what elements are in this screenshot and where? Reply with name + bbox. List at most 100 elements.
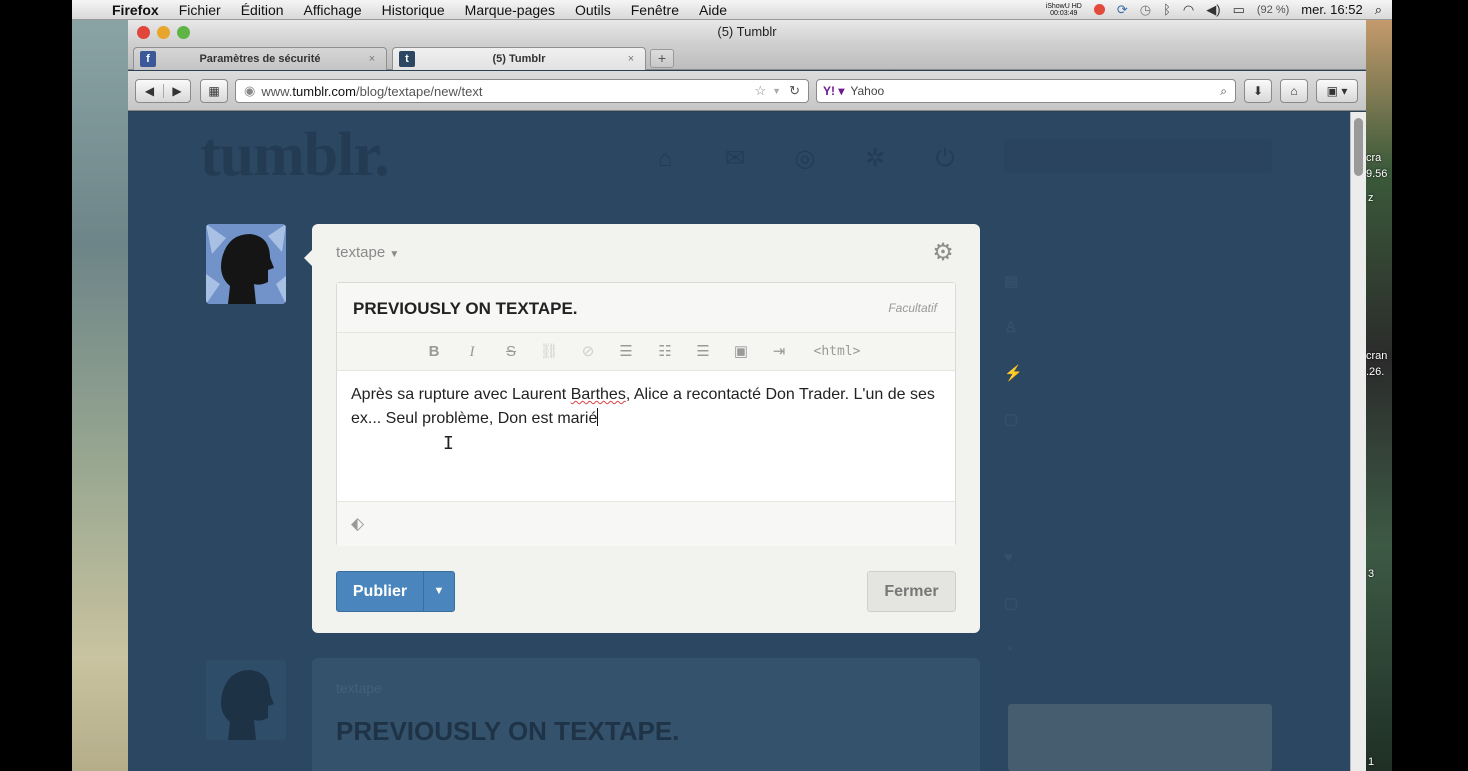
dimmed-sidebar-row: ▤ — [1004, 258, 1272, 304]
spotlight-icon[interactable]: ⌕ — [1375, 2, 1382, 18]
screen-recorder-status[interactable]: iShowU HD 00:03:49 — [1046, 3, 1082, 17]
menu-outils[interactable]: Outils — [575, 2, 611, 18]
link-icon[interactable]: ⛓ — [538, 343, 560, 361]
forward-arrow-icon[interactable]: ▶ — [162, 84, 190, 98]
tab-label: (5) Tumblr — [492, 53, 546, 65]
back-forward-buttons: ◀ ▶ — [135, 79, 191, 103]
home-icon[interactable]: ⌂ — [1280, 79, 1308, 103]
bold-button[interactable]: B — [423, 343, 445, 361]
title-input[interactable]: PREVIOUSLY ON TEXTAPE. — [353, 299, 578, 319]
time-machine-icon[interactable]: ◷ — [1140, 2, 1151, 18]
tab-security-settings[interactable]: f Paramètres de sécurité × — [133, 47, 387, 70]
close-button[interactable]: Fermer — [867, 571, 956, 612]
volume-icon[interactable]: ◀) — [1206, 2, 1220, 18]
site-identity-icon[interactable]: ◉ — [244, 83, 255, 99]
menu-fenetre[interactable]: Fenêtre — [631, 2, 679, 18]
url-path: /blog/textape/new/text — [355, 83, 483, 99]
misspelled-word: Barthes — [570, 386, 626, 403]
close-window-icon[interactable] — [137, 26, 150, 39]
dashboard-home-icon: ⌂ — [657, 145, 673, 172]
post-editor: textape ▼ ⚙ PREVIOUSLY ON TEXTAPE. Facul… — [304, 224, 980, 633]
title-optional-hint: Facultatif — [888, 301, 937, 315]
tumblr-page: tumblr. ⌂ ✉ ◎ ✲ ⏻ ▤ ♙ ⚡ ▢ ♥ ▢ ◔ textape … — [128, 112, 1350, 771]
battery-percent[interactable]: (92 %) — [1257, 4, 1289, 16]
tumblr-favicon-icon: t — [399, 51, 415, 67]
search-icon[interactable]: ⌕ — [1220, 84, 1227, 99]
ibeam-cursor-icon: I — [443, 433, 454, 454]
page-scrollbar[interactable] — [1350, 112, 1366, 771]
post-settings-gear-icon[interactable]: ⚙ — [930, 240, 956, 266]
tumblr-logo[interactable]: tumblr. — [200, 120, 390, 191]
logout-icon: ⏻ — [935, 145, 955, 172]
activity-icon: ⚡ — [1004, 365, 1023, 382]
menu-app-firefox[interactable]: Firefox — [112, 2, 159, 18]
desktop-file-label: cra — [1366, 152, 1382, 164]
desktop-file-label: 1 — [1368, 756, 1375, 768]
publish-options-chevron-icon[interactable]: ▼ — [423, 572, 454, 611]
silhouette-icon — [206, 224, 286, 304]
menubar-clock[interactable]: mer. 16:52 — [1301, 2, 1362, 17]
dimmed-sidebar-row: ◔ — [1004, 626, 1272, 672]
messages-icon: ✉ — [724, 145, 746, 172]
menu-marque-pages[interactable]: Marque-pages — [465, 2, 555, 18]
tab-groups-icon[interactable]: ▣ ▾ — [1316, 79, 1358, 103]
menu-edition[interactable]: Édition — [241, 2, 284, 18]
wifi-icon[interactable]: ◠ — [1183, 2, 1194, 18]
window-title: (5) Tumblr — [717, 24, 777, 39]
tab-close-icon[interactable]: × — [364, 53, 380, 65]
bulleted-list-icon[interactable]: ☷ — [654, 343, 676, 361]
history-dropdown-icon[interactable]: ▼ — [772, 86, 781, 96]
downloads-icon[interactable]: ⬇ — [1244, 79, 1272, 103]
menu-aide[interactable]: Aide — [699, 2, 727, 18]
minimize-window-icon[interactable] — [157, 26, 170, 39]
bluetooth-icon[interactable]: ᛒ — [1163, 2, 1171, 17]
strikethrough-button[interactable]: S — [500, 343, 522, 361]
tags-row[interactable]: ⬖ — [337, 501, 955, 546]
insert-image-icon[interactable]: ▣ — [730, 343, 752, 361]
publish-button[interactable]: Publier — [337, 572, 423, 611]
zoom-window-icon[interactable] — [177, 26, 190, 39]
reload-icon[interactable]: ↻ — [789, 83, 800, 99]
menu-affichage[interactable]: Affichage — [304, 2, 362, 18]
battery-icon[interactable]: ▭ — [1233, 2, 1245, 18]
desktop-file-label: cran — [1366, 350, 1388, 362]
blog-selector[interactable]: textape ▼ — [336, 244, 399, 261]
unlink-icon[interactable]: ⊘ — [577, 343, 599, 361]
bookmark-star-icon[interactable]: ☆ — [755, 83, 767, 99]
tab-close-icon[interactable]: × — [623, 53, 639, 65]
menu-historique[interactable]: Historique — [382, 2, 445, 18]
facebook-favicon-icon: f — [140, 51, 156, 67]
url-bar[interactable]: ◉ www. tumblr.com/blog/textape/new/text ☆… — [235, 79, 809, 103]
dimmed-sidebar-row: ♥ — [1004, 534, 1272, 580]
search-bar[interactable]: Y! ▾ Yahoo ⌕ — [816, 79, 1236, 103]
text-cursor — [597, 408, 599, 426]
menubar-status-area: iShowU HD 00:03:49 ⟳ ◷ ᛒ ◠ ◀) ▭ (92 %) me… — [1046, 2, 1392, 18]
silhouette-icon — [221, 670, 274, 740]
url-prefix: www. — [261, 83, 293, 99]
title-row[interactable]: PREVIOUSLY ON TEXTAPE. Facultatif — [337, 283, 955, 333]
post-compose-box: PREVIOUSLY ON TEXTAPE. Facultatif B I S … — [336, 282, 956, 546]
scrollbar-thumb[interactable] — [1354, 118, 1363, 176]
page-info-icon[interactable]: ▦ — [200, 79, 228, 103]
screen: cra 9.56 z cran .26. 3 1 Firefox Fichier… — [0, 0, 1468, 771]
yahoo-engine-icon[interactable]: Y! ▾ — [823, 84, 844, 98]
body-text-part: Après sa rupture avec Laurent — [351, 386, 571, 403]
post-body-textarea[interactable]: Après sa rupture avec Laurent Barthes, A… — [351, 383, 947, 431]
back-arrow-icon[interactable]: ◀ — [136, 84, 163, 98]
read-more-divider-icon[interactable]: ☰ — [692, 343, 714, 361]
search-placeholder: Yahoo — [850, 84, 885, 98]
desktop-wallpaper-right — [1366, 20, 1392, 771]
avatar[interactable] — [206, 224, 286, 304]
numbered-list-icon[interactable]: ☰ — [615, 343, 637, 361]
post-blog-name: textape — [336, 680, 382, 696]
sync-icon[interactable]: ⟳ — [1117, 2, 1128, 18]
tab-label: Paramètres de sécurité — [199, 53, 321, 65]
indent-icon[interactable]: ⇥ — [768, 343, 790, 361]
italic-button[interactable]: I — [461, 343, 483, 361]
tab-tumblr[interactable]: t (5) Tumblr × — [392, 47, 646, 70]
menu-fichier[interactable]: Fichier — [179, 2, 221, 18]
new-tab-button[interactable]: + — [650, 49, 674, 68]
record-icon[interactable] — [1093, 4, 1105, 15]
navigation-toolbar: ◀ ▶ ▦ ◉ www. tumblr.com/blog/textape/new/… — [128, 71, 1366, 111]
html-mode-button[interactable]: <html> — [807, 343, 867, 361]
